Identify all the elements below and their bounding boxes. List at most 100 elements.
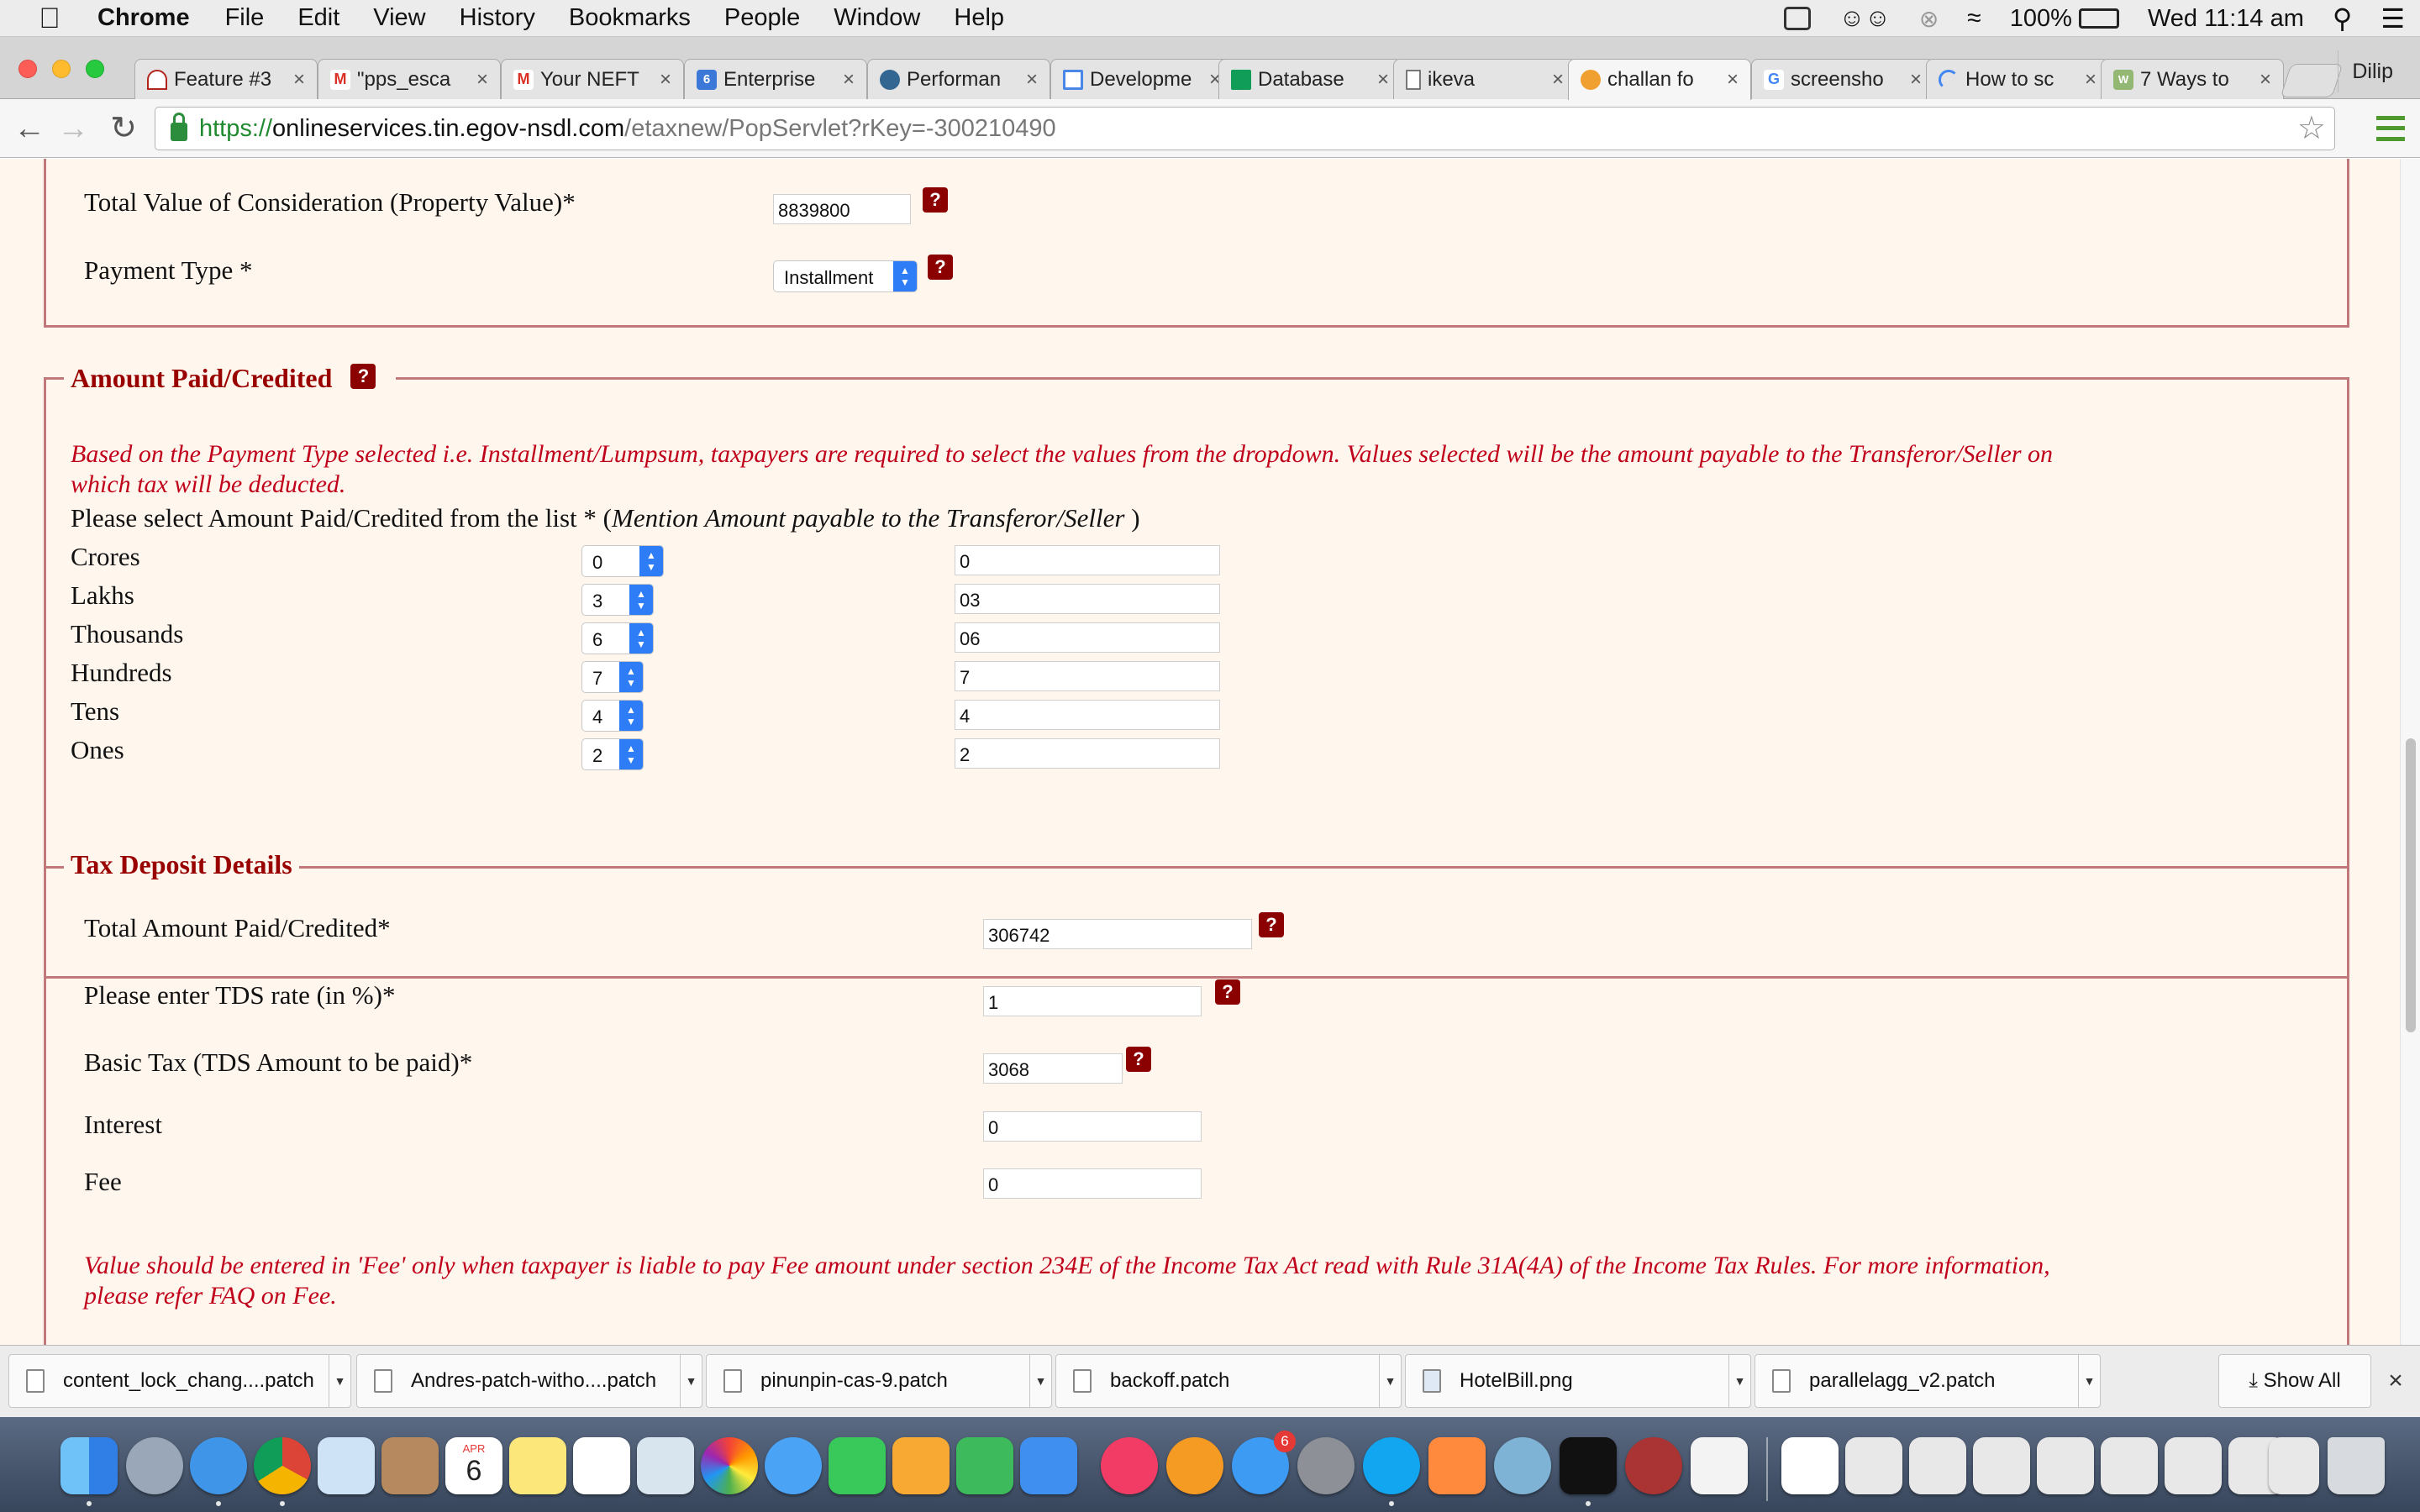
window-close-button[interactable]: [18, 60, 37, 78]
screenshot-stack-icon[interactable]: [1973, 1437, 2030, 1494]
safari-icon[interactable]: [190, 1437, 247, 1494]
vmware-icon[interactable]: [1428, 1437, 1486, 1494]
tab-close-icon[interactable]: ×: [1549, 68, 1567, 92]
preview-icon[interactable]: [637, 1437, 694, 1494]
tab-close-icon[interactable]: ×: [290, 68, 308, 92]
tab-close-icon[interactable]: ×: [473, 68, 492, 92]
forward-arrow-icon[interactable]: →: [52, 108, 94, 150]
tab-how-to[interactable]: How to sc ×: [1926, 59, 2109, 99]
screenshot-stack-icon[interactable]: [2101, 1437, 2158, 1494]
ones-value[interactable]: 2: [955, 738, 1220, 769]
tds-rate-input[interactable]: 1: [983, 986, 1202, 1016]
help-icon[interactable]: [1215, 979, 1240, 1005]
tab-close-icon[interactable]: ×: [656, 68, 675, 92]
show-all-downloads-button[interactable]: ⤓ Show All: [2218, 1354, 2371, 1408]
crores-value[interactable]: 0: [955, 545, 1220, 575]
skype-icon[interactable]: [1363, 1437, 1420, 1494]
profile-button[interactable]: Dilip: [2338, 50, 2407, 92]
disk-utility-icon[interactable]: [1625, 1437, 1682, 1494]
mail-icon[interactable]: [318, 1437, 375, 1494]
consideration-input[interactable]: 8839800: [773, 194, 911, 224]
close-shelf-icon[interactable]: ×: [2383, 1366, 2408, 1396]
page-scrollbar[interactable]: [2400, 159, 2420, 1345]
network-app-icon[interactable]: [1494, 1437, 1551, 1494]
menu-help[interactable]: Help: [954, 4, 1004, 32]
tab-close-icon[interactable]: ×: [2256, 68, 2275, 92]
tab-close-icon[interactable]: ×: [1374, 68, 1392, 92]
new-tab-button[interactable]: [2280, 64, 2344, 97]
ones-select[interactable]: 2 ▲ ▼: [581, 738, 644, 770]
battery-icon[interactable]: [2078, 8, 2119, 29]
fee-input[interactable]: 0: [983, 1168, 1202, 1199]
system-preferences-icon[interactable]: [1297, 1437, 1355, 1494]
contacts-icon[interactable]: [381, 1437, 439, 1494]
battery-percent[interactable]: 100%: [2010, 5, 2072, 33]
download-item[interactable]: backoff.patch ▼: [1055, 1354, 1402, 1408]
menu-view[interactable]: View: [373, 4, 425, 32]
menu-edit[interactable]: Edit: [297, 4, 339, 32]
crores-select[interactable]: 0 ▲ ▼: [581, 545, 664, 577]
apple-icon[interactable]: : [35, 4, 64, 33]
tab-close-icon[interactable]: ×: [1907, 68, 1925, 92]
chevron-down-icon[interactable]: ▼: [680, 1355, 702, 1407]
clock[interactable]: Wed 11:14 am: [2148, 5, 2304, 33]
menu-app-name[interactable]: Chrome: [97, 4, 190, 32]
users-icon[interactable]: ☺☺: [1839, 4, 1891, 33]
download-item[interactable]: content_lock_chang....patch ▼: [8, 1354, 351, 1408]
photos-icon[interactable]: [701, 1437, 758, 1494]
tens-value[interactable]: 4: [955, 700, 1220, 730]
tens-select[interactable]: 4 ▲ ▼: [581, 700, 644, 732]
messages-icon[interactable]: [765, 1437, 822, 1494]
lakhs-select[interactable]: 3 ▲ ▼: [581, 584, 654, 616]
help-icon[interactable]: [350, 364, 376, 389]
textedit-icon[interactable]: [1691, 1437, 1748, 1494]
lakhs-value[interactable]: 03: [955, 584, 1220, 614]
scrollbar-thumb[interactable]: [2406, 738, 2416, 1032]
download-item[interactable]: parallelagg_v2.patch ▼: [1754, 1354, 2101, 1408]
hundreds-value[interactable]: 7: [955, 661, 1220, 691]
download-item[interactable]: Andres-patch-witho....patch ▼: [356, 1354, 702, 1408]
help-icon[interactable]: [1259, 912, 1284, 937]
screenshot-stack-icon[interactable]: [1909, 1437, 1966, 1494]
menu-people[interactable]: People: [724, 4, 800, 32]
interest-input[interactable]: 0: [983, 1111, 1202, 1142]
terminal-icon[interactable]: [1560, 1437, 1617, 1494]
download-item[interactable]: HotelBill.png ▼: [1405, 1354, 1751, 1408]
blocked-icon[interactable]: ⊗: [1919, 5, 1939, 33]
numbers-icon[interactable]: [956, 1437, 1013, 1494]
tab-performance[interactable]: Performan ×: [867, 59, 1050, 99]
tab-enterprise[interactable]: 6 Enterprise ×: [684, 59, 867, 99]
download-item[interactable]: pinunpin-cas-9.patch ▼: [706, 1354, 1052, 1408]
itunes-icon[interactable]: [1101, 1437, 1158, 1494]
basic-tax-input[interactable]: 3068: [983, 1053, 1123, 1084]
spotlight-search-icon[interactable]: ⚲: [2333, 3, 2352, 34]
menu-bookmarks[interactable]: Bookmarks: [569, 4, 691, 32]
finder-icon[interactable]: [60, 1437, 118, 1494]
keynote-icon[interactable]: [1020, 1437, 1077, 1494]
chrome-menu-icon[interactable]: [2376, 116, 2405, 141]
total-amount-input[interactable]: 306742: [983, 919, 1252, 949]
calendar-icon[interactable]: APR 6: [445, 1437, 502, 1494]
help-icon[interactable]: [928, 255, 953, 280]
screenshot-stack-icon[interactable]: [2269, 1437, 2319, 1494]
notification-center-icon[interactable]: ☰: [2381, 3, 2405, 34]
tab-database[interactable]: Database ×: [1218, 59, 1402, 99]
tab-close-icon[interactable]: ×: [839, 68, 858, 92]
reload-icon[interactable]: ↻: [103, 108, 145, 150]
tab-7-ways[interactable]: W 7 Ways to ×: [2101, 59, 2284, 99]
address-bar[interactable]: https:// onlineservices.tin.egov-nsdl.co…: [155, 107, 2335, 150]
tab-gmail-pps[interactable]: M "pps_esca ×: [318, 59, 501, 99]
thousands-value[interactable]: 06: [955, 622, 1220, 653]
notes-icon[interactable]: [509, 1437, 566, 1494]
help-icon[interactable]: [1126, 1047, 1151, 1072]
ibooks-icon[interactable]: [1166, 1437, 1223, 1494]
screenshot-stack-icon[interactable]: [2165, 1437, 2222, 1494]
chevron-down-icon[interactable]: ▼: [1029, 1355, 1051, 1407]
chevron-down-icon[interactable]: ▼: [1379, 1355, 1401, 1407]
hundreds-select[interactable]: 7 ▲ ▼: [581, 661, 644, 693]
app-store-icon[interactable]: 6: [1232, 1431, 1296, 1494]
wifi-icon[interactable]: ≈: [1967, 4, 1981, 33]
menu-file[interactable]: File: [225, 4, 265, 32]
chevron-down-icon[interactable]: ▼: [329, 1355, 350, 1407]
thousands-select[interactable]: 6 ▲ ▼: [581, 622, 654, 654]
